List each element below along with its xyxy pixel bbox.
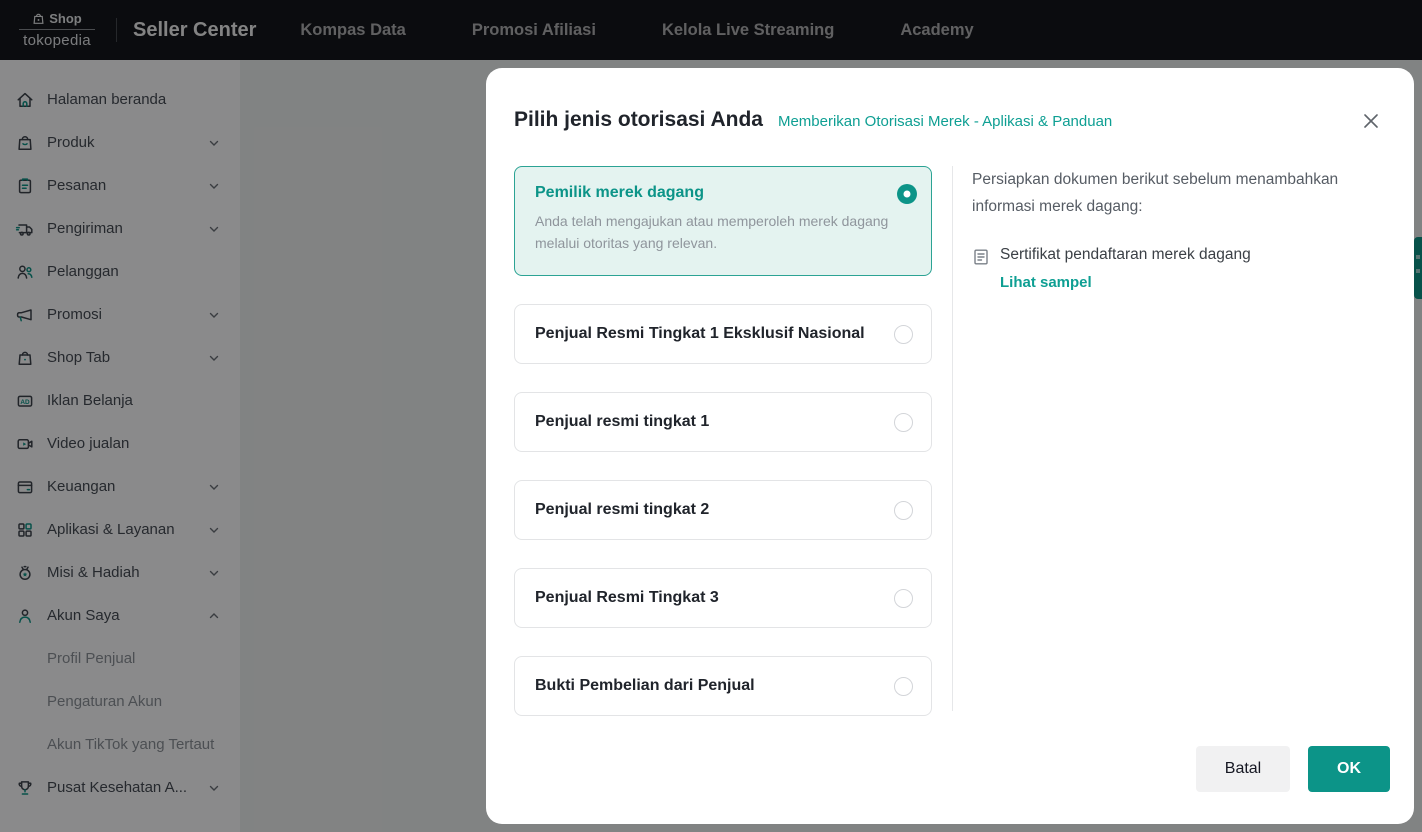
- radio-unselected[interactable]: [894, 500, 913, 520]
- close-icon[interactable]: [1362, 112, 1382, 132]
- option-label: Penjual resmi tingkat 2: [535, 501, 710, 518]
- option-pemilik-merek-dagang[interactable]: Pemilik merek dagang Anda telah mengajuk…: [514, 166, 932, 276]
- vertical-divider: [952, 166, 953, 711]
- option-penjual-resmi-tingkat-1-eksklusif-nasional[interactable]: Penjual Resmi Tingkat 1 Eksklusif Nasion…: [514, 304, 932, 364]
- option-label: Penjual resmi tingkat 1: [535, 413, 710, 430]
- option-description: Anda telah mengajukan atau memperoleh me…: [535, 213, 889, 251]
- option-penjual-resmi-tingkat-1[interactable]: Penjual resmi tingkat 1: [514, 392, 932, 452]
- document-name: Sertifikat pendaftaran merek dagang: [1000, 246, 1251, 264]
- document-icon: [972, 248, 990, 266]
- option-bukti-pembelian-dari-penjual[interactable]: Bukti Pembelian dari Penjual: [514, 656, 932, 716]
- option-label: Pemilik merek dagang: [535, 184, 704, 201]
- radio-unselected[interactable]: [894, 412, 913, 432]
- view-sample-link[interactable]: Lihat sampel: [1000, 274, 1372, 291]
- required-documents-panel: Persiapkan dokumen berikut sebelum menam…: [972, 166, 1372, 291]
- radio-selected[interactable]: [897, 184, 917, 204]
- ok-button[interactable]: OK: [1308, 746, 1390, 792]
- brand-authorization-guide-link[interactable]: Memberikan Otorisasi Merek - Aplikasi & …: [778, 113, 1112, 130]
- authorization-type-modal: Pilih jenis otorisasi Anda Memberikan Ot…: [486, 68, 1414, 824]
- authorization-options-list: Pemilik merek dagang Anda telah mengajuk…: [514, 166, 932, 744]
- radio-unselected[interactable]: [894, 588, 913, 608]
- option-label: Penjual Resmi Tingkat 3: [535, 589, 719, 606]
- option-label: Penjual Resmi Tingkat 1 Eksklusif Nasion…: [535, 325, 865, 342]
- radio-unselected[interactable]: [894, 676, 913, 696]
- modal-title: Pilih jenis otorisasi Anda: [514, 108, 763, 131]
- cancel-button[interactable]: Batal: [1196, 746, 1290, 792]
- option-penjual-resmi-tingkat-2[interactable]: Penjual resmi tingkat 2: [514, 480, 932, 540]
- radio-unselected[interactable]: [894, 324, 913, 344]
- documents-intro-text: Persiapkan dokumen berikut sebelum menam…: [972, 171, 1339, 216]
- option-label: Bukti Pembelian dari Penjual: [535, 677, 755, 694]
- option-penjual-resmi-tingkat-3[interactable]: Penjual Resmi Tingkat 3: [514, 568, 932, 628]
- document-item: Sertifikat pendaftaran merek dagang: [972, 246, 1372, 266]
